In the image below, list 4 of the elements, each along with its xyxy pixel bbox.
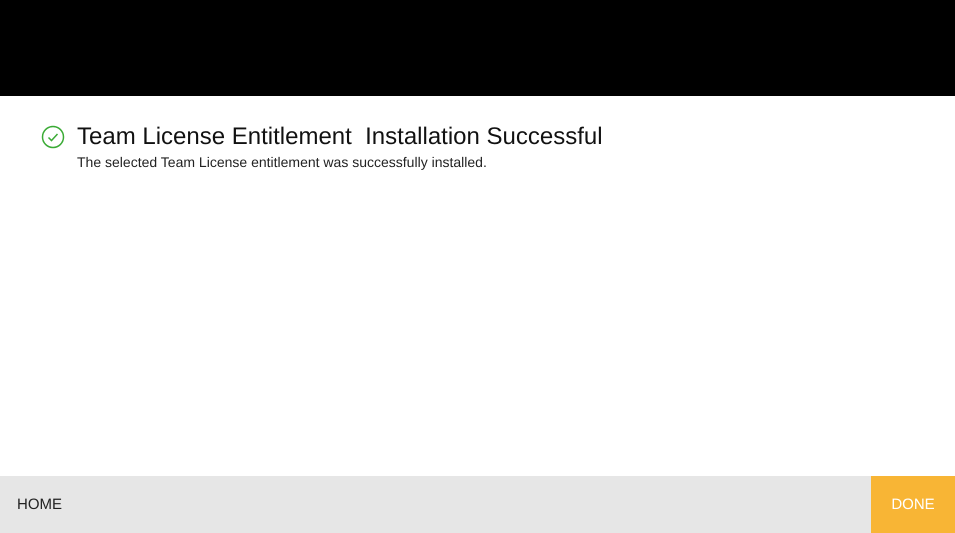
home-button[interactable]: HOME xyxy=(0,476,79,533)
message-title: Team License Entitlement Installation Successful xyxy=(77,122,603,152)
check-circle-icon xyxy=(41,125,65,149)
message-description: The selected Team License entitlement was successfully installed. xyxy=(77,154,488,170)
